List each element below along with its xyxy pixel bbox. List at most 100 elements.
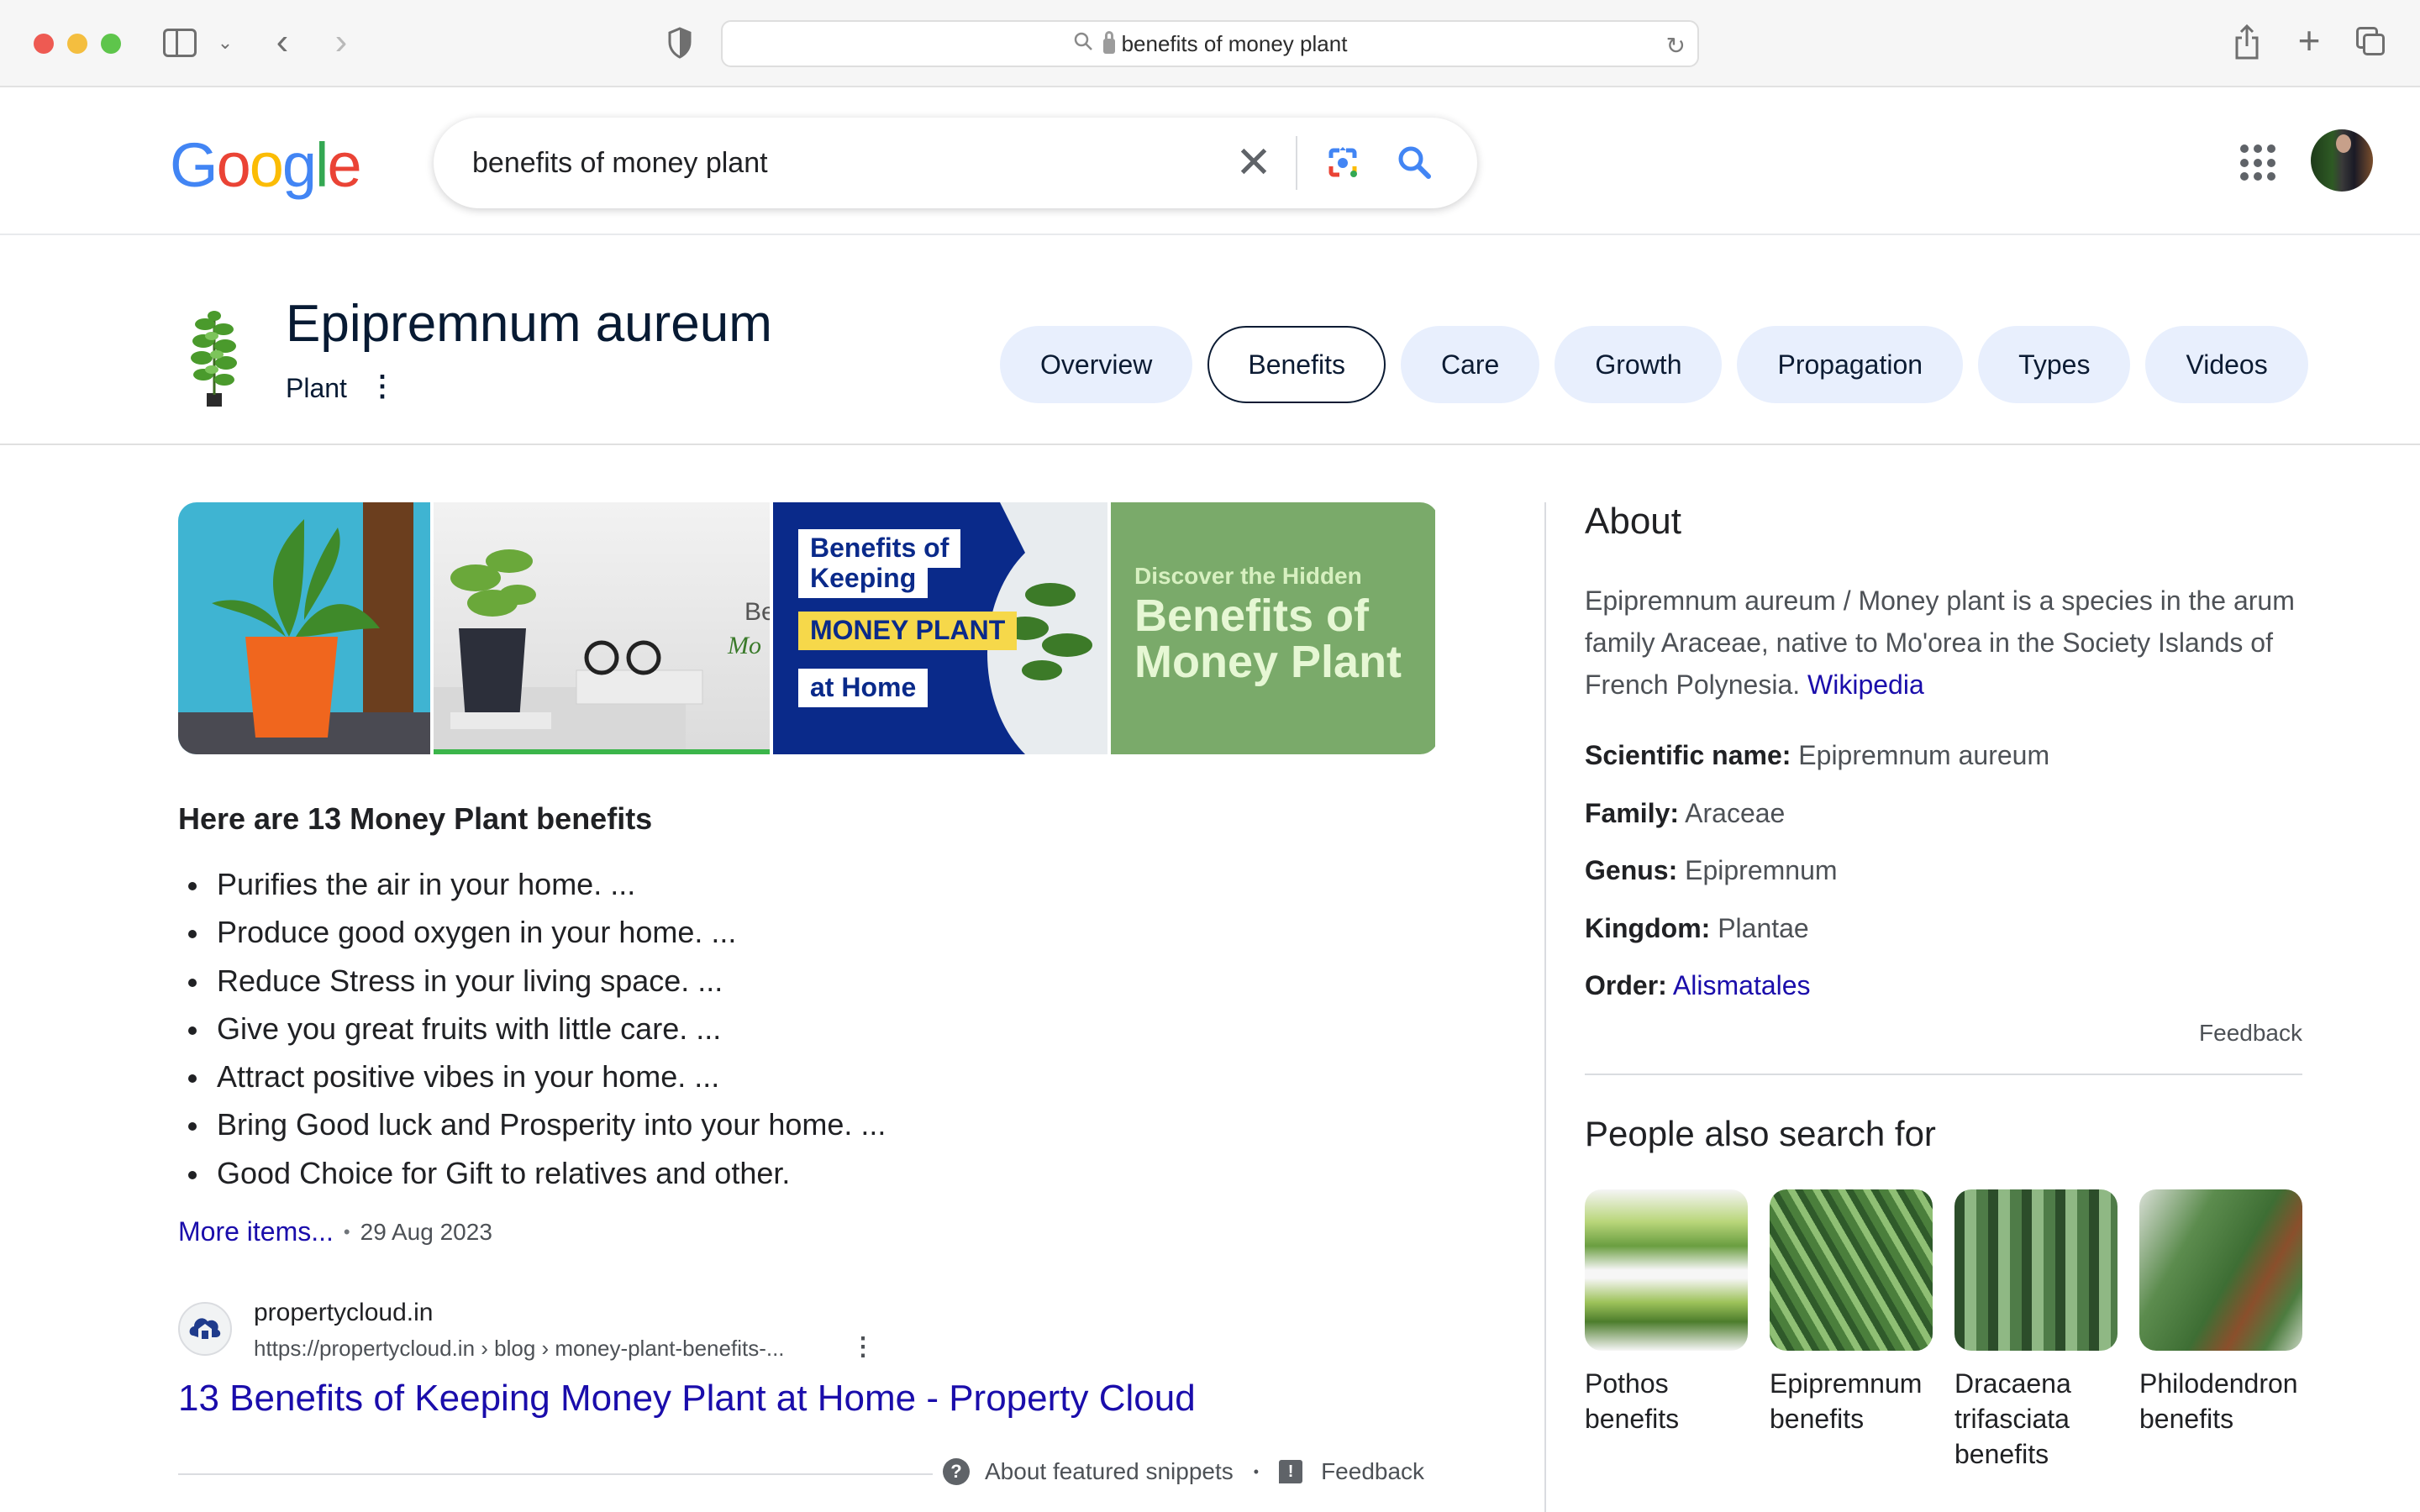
list-item: Bring Good luck and Prosperity into your…	[178, 1100, 886, 1148]
svg-text:Mo: Mo	[727, 632, 761, 659]
image-caption: Keeping	[798, 559, 929, 598]
list-item: Give you great fruits with little care. …	[178, 1005, 886, 1053]
snippet-image[interactable]: Be Mo	[434, 502, 770, 754]
apps-grid-icon[interactable]	[2240, 144, 2277, 181]
wikipedia-link[interactable]: Wikipedia	[1807, 669, 1924, 700]
list-item: Attract positive vibes in your home. ...	[178, 1053, 886, 1100]
related-search-dracaena[interactable]: Dracaena trifasciata benefits	[1954, 1189, 2118, 1472]
fact-row: Genus: Epipremnum	[1585, 849, 2049, 907]
fact-row: Kingdom: Plantae	[1585, 907, 2049, 965]
google-lens-icon[interactable]	[1319, 139, 1366, 186]
site-favicon[interactable]	[178, 1302, 232, 1356]
lock-icon	[1102, 31, 1115, 54]
chevron-right-icon[interactable]: ›	[326, 21, 356, 62]
search-input[interactable]	[472, 146, 1228, 180]
list-item: Reduce Stress in your living space. ...	[178, 957, 886, 1005]
related-search-pothos[interactable]: Pothos benefits	[1585, 1189, 1748, 1472]
related-label: Philodendron benefits	[2139, 1368, 2298, 1434]
related-image	[1770, 1189, 1933, 1351]
more-options-icon[interactable]: ⋮	[850, 1332, 876, 1362]
list-item: Purifies the air in your home. ...	[178, 860, 886, 908]
fact-label: Family:	[1585, 797, 1680, 828]
address-text: benefits of money plant	[1121, 30, 1348, 56]
separator-dot: •	[1253, 1462, 1260, 1480]
topic-chips: Overview Benefits Care Growth Propagatio…	[1000, 326, 2308, 403]
logo-letter: e	[327, 130, 361, 200]
site-url[interactable]: https://propertycloud.in › blog › money-…	[254, 1336, 785, 1362]
snippet-image[interactable]: Benefits of Keeping MONEY PLANT at Home	[773, 502, 1107, 754]
list-item: Good Choice for Gift to relatives and ot…	[178, 1149, 886, 1197]
related-label: Epipremnum benefits	[1770, 1368, 1923, 1434]
about-description: Epipremnum aureum / Money plant is a spe…	[1585, 580, 2302, 706]
feedback-icon: !	[1279, 1460, 1303, 1483]
logo-letter: G	[170, 130, 218, 200]
snippet-meta: More items... • 29 Aug 2023	[178, 1216, 492, 1247]
people-also-search-grid: Pothos benefits Epipremnum benefits Drac…	[1585, 1189, 2302, 1472]
divider	[178, 1473, 933, 1475]
about-featured-snippets-link[interactable]: About featured snippets	[985, 1458, 1234, 1485]
reload-icon[interactable]: ↻	[1666, 32, 1686, 60]
fact-value: Plantae	[1718, 912, 1809, 943]
chevron-left-icon[interactable]: ‹	[267, 21, 297, 62]
search-divider	[1296, 136, 1297, 190]
chip-propagation[interactable]: Propagation	[1737, 326, 1964, 403]
related-image	[2139, 1189, 2302, 1351]
chip-videos[interactable]: Videos	[2145, 326, 2308, 403]
close-icon[interactable]: ✕	[1228, 138, 1279, 188]
fact-label: Kingdom:	[1585, 912, 1711, 943]
related-search-philodendron[interactable]: Philodendron benefits	[2139, 1189, 2302, 1472]
sidebar-icon[interactable]	[163, 29, 197, 57]
svg-text:Be: Be	[744, 598, 770, 626]
entity-title: Epipremnum aureum	[286, 295, 772, 353]
google-header: Google ✕	[0, 89, 2420, 235]
fact-label: Genus:	[1585, 855, 1678, 886]
entity-type: Plant	[286, 373, 347, 403]
search-icon[interactable]	[1392, 139, 1439, 186]
people-also-search-heading: People also search for	[1585, 1114, 1936, 1153]
chevron-down-icon[interactable]: ⌄	[215, 30, 235, 55]
browser-toolbar: ⌄ ‹ › benefits of money plant ↻ +	[0, 0, 2420, 87]
user-avatar[interactable]	[2311, 129, 2373, 192]
facts-list: Scientific name: Epipremnum aureum Famil…	[1585, 734, 2049, 1022]
panel-feedback-link[interactable]: Feedback	[2199, 1020, 2302, 1047]
chip-types[interactable]: Types	[1978, 326, 2131, 403]
logo-letter: g	[281, 130, 317, 200]
snippet-footer: ? About featured snippets • ! Feedback	[943, 1458, 1424, 1485]
order-link[interactable]: Alismatales	[1673, 970, 1811, 1000]
share-icon[interactable]	[2232, 24, 2262, 60]
shield-icon[interactable]	[667, 27, 692, 59]
related-image	[1954, 1189, 2118, 1351]
plant-thumbnail[interactable]	[187, 306, 242, 408]
chip-overview[interactable]: Overview	[1000, 326, 1193, 403]
more-items-link[interactable]: More items...	[178, 1216, 334, 1247]
related-search-epipremnum[interactable]: Epipremnum benefits	[1770, 1189, 1933, 1472]
entity-header: Epipremnum aureum Plant ⋮ Overview Benef…	[0, 237, 2420, 445]
site-name[interactable]: propertycloud.in	[254, 1299, 433, 1327]
snippet-image[interactable]	[178, 502, 430, 754]
benefits-list: Purifies the air in your home. ... Produ…	[178, 860, 886, 1197]
divider	[1585, 1074, 2302, 1075]
minimize-window-button[interactable]	[67, 34, 87, 54]
zoom-window-button[interactable]	[101, 34, 121, 54]
tab-overview-icon[interactable]	[2356, 27, 2386, 57]
address-bar[interactable]: benefits of money plant ↻	[721, 20, 1699, 67]
chip-growth[interactable]: Growth	[1555, 326, 1723, 403]
result-title-link[interactable]: 13 Benefits of Keeping Money Plant at Ho…	[178, 1378, 1196, 1420]
chip-benefits[interactable]: Benefits	[1207, 326, 1386, 403]
image-caption: MONEY PLANT	[798, 612, 1018, 650]
fact-label: Scientific name:	[1585, 740, 1791, 770]
related-image	[1585, 1189, 1748, 1351]
plus-icon[interactable]: +	[2292, 18, 2326, 62]
close-window-button[interactable]	[34, 34, 54, 54]
logo-letter: o	[249, 130, 284, 200]
image-caption: Benefits of Money Plant	[1134, 591, 1402, 688]
result-source: propertycloud.in https://propertycloud.i…	[178, 1294, 934, 1364]
chip-care[interactable]: Care	[1400, 326, 1540, 403]
fact-value: Araceae	[1685, 797, 1786, 828]
fact-label: Order:	[1585, 970, 1667, 1001]
google-logo[interactable]: Google	[170, 129, 362, 201]
more-options-icon[interactable]: ⋮	[368, 370, 397, 403]
snippet-image[interactable]: Discover the Hidden Benefits of Money Pl…	[1111, 502, 1435, 754]
snippet-heading: Here are 13 Money Plant benefits	[178, 801, 653, 836]
feedback-link[interactable]: Feedback	[1321, 1458, 1424, 1485]
